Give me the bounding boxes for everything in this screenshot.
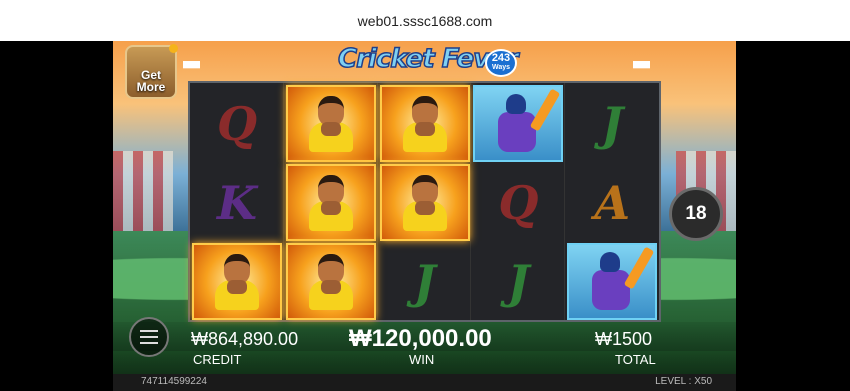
symbol-a: A — [594, 175, 631, 230]
bottom-bar: ₩864,890.00 CREDIT ₩120,000.00 WIN ₩1500… — [113, 322, 736, 374]
floodlight-icon: ▀▀ — [633, 61, 651, 75]
get-more-button[interactable]: Get More — [125, 44, 178, 99]
symbol-j: J — [413, 254, 436, 309]
credit-value: ₩864,890.00 — [191, 329, 299, 349]
notification-dot-icon — [169, 44, 178, 53]
url-bar[interactable]: web01.sssc1688.com — [0, 0, 850, 41]
menu-icon — [140, 330, 158, 332]
ways-badge: 243 Ways — [485, 49, 517, 77]
reel-grid: QKJQJJA — [188, 81, 661, 322]
ways-number: 243 — [491, 52, 511, 64]
footer-bar: 747114599224 LEVEL : X50 — [113, 374, 736, 391]
menu-button[interactable] — [129, 317, 169, 357]
auto-spin-button[interactable]: 18 — [669, 187, 723, 241]
symbol-j: J — [601, 96, 624, 151]
account-id: 747114599224 — [141, 376, 207, 387]
symbol-q: Q — [498, 175, 539, 230]
spin-count: 18 — [685, 203, 707, 224]
ways-label: Ways — [491, 64, 511, 71]
captain-symbol — [379, 164, 470, 241]
captain-symbol — [285, 85, 376, 162]
total-bet-label: TOTAL — [615, 352, 656, 367]
captain-symbol — [285, 243, 376, 320]
captain-symbol — [285, 164, 376, 241]
level-indicator: LEVEL : X50 — [655, 376, 712, 387]
reel-3: J — [378, 83, 472, 320]
flag-decoration-left — [113, 151, 173, 231]
batter-wild-symbol — [473, 85, 564, 162]
symbol-k: K — [217, 175, 257, 230]
reel-5: JA — [565, 83, 659, 320]
win-label: WIN — [409, 352, 435, 367]
symbol-j: J — [507, 254, 530, 309]
reel-4: QJ — [471, 83, 566, 320]
game-area: Get More ▀▀ ▀▀ Cricket Fever 243 Ways QK… — [113, 41, 736, 391]
captain-symbol — [379, 85, 470, 162]
reel-2 — [284, 83, 378, 320]
floodlight-icon: ▀▀ — [183, 61, 201, 75]
symbol-q: Q — [216, 96, 258, 151]
batter-wild-symbol — [567, 243, 658, 320]
total-bet-value[interactable]: ₩1500 — [595, 329, 652, 350]
get-more-label: Get More — [136, 68, 166, 94]
win-value: ₩120,000.00 — [349, 325, 492, 352]
reel-1: QK — [190, 83, 284, 320]
captain-symbol — [192, 243, 282, 320]
credit-label: CREDIT — [193, 352, 242, 367]
